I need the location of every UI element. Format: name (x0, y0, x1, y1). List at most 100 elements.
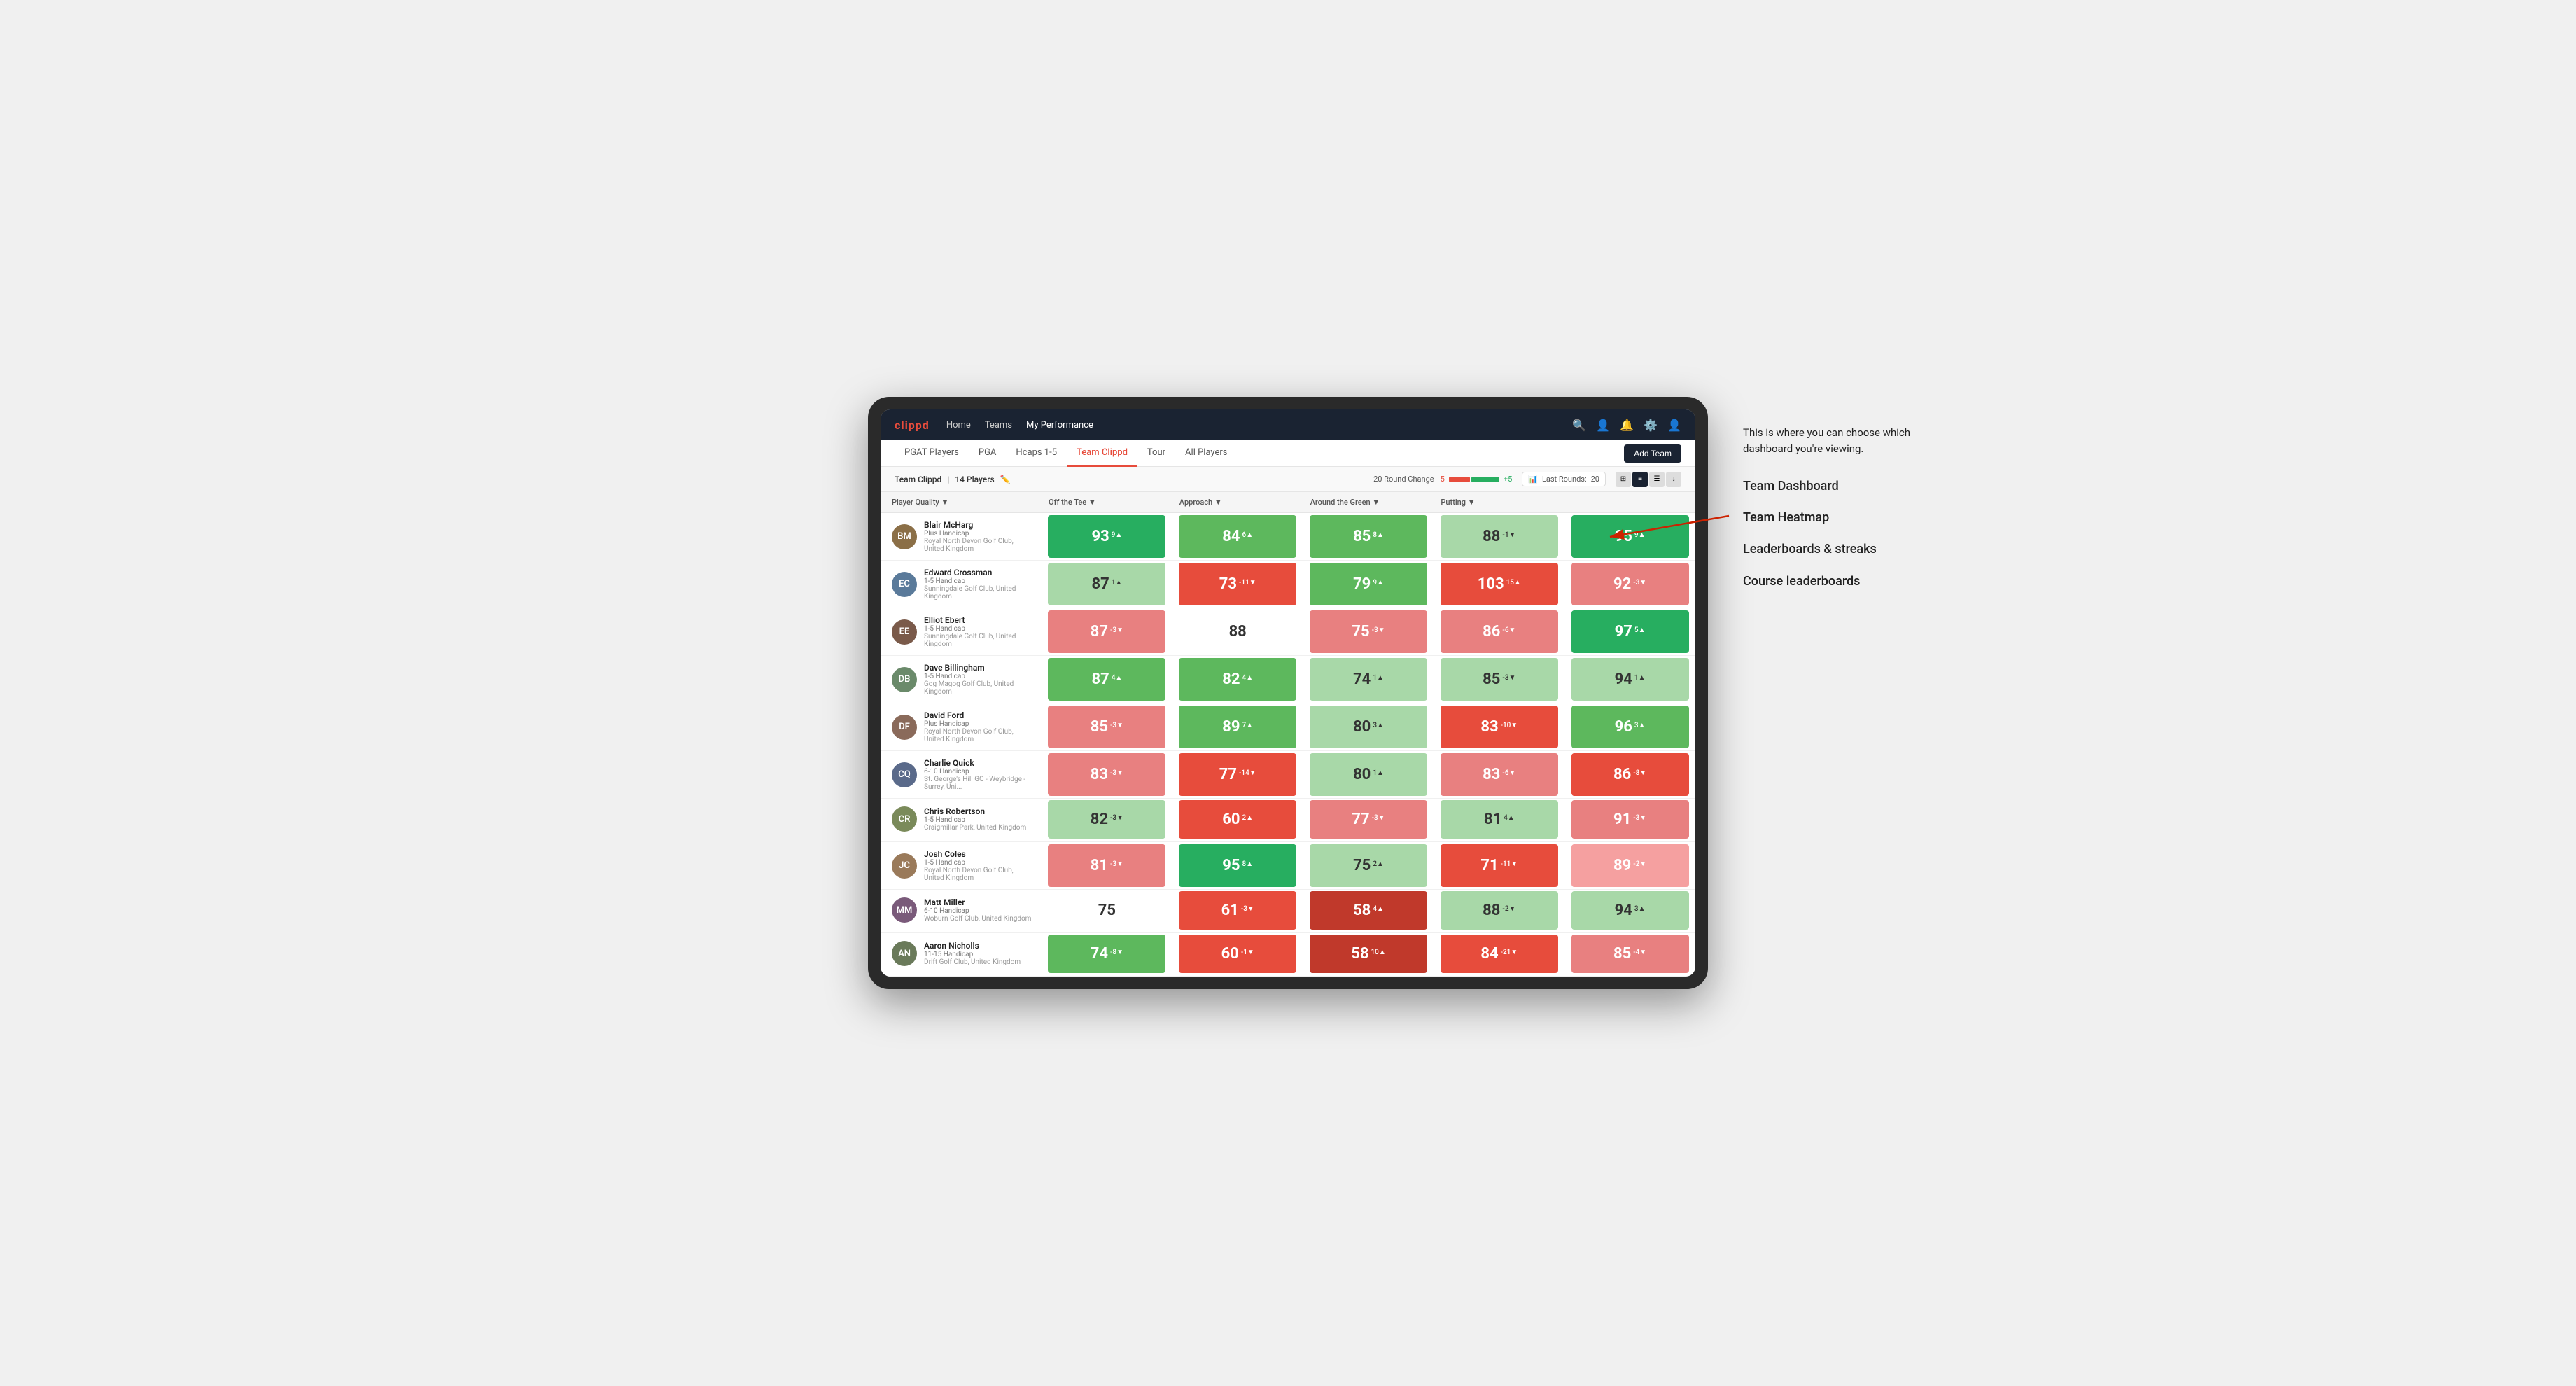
player-cell[interactable]: JCJosh Coles1-5 HandicapRoyal North Devo… (881, 842, 1042, 889)
last-rounds-value: 20 (1591, 475, 1600, 484)
score-delta: 9▲ (1112, 531, 1123, 541)
team-separator: | (947, 475, 949, 484)
subnav-hcaps[interactable]: Hcaps 1-5 (1006, 440, 1067, 467)
table-row: BMBlair McHargPlus HandicapRoyal North D… (881, 513, 1695, 561)
score-value: 60 (1222, 811, 1240, 828)
score-box: 75-3▼ (1310, 610, 1427, 652)
score-delta: -3▼ (1633, 579, 1646, 589)
player-name: Blair McHarg (924, 520, 1035, 530)
score-box: 81-3▼ (1048, 844, 1166, 886)
score-delta: 5▲ (1634, 626, 1646, 636)
score-box: 87-3▼ (1048, 610, 1166, 652)
score-delta: -1▼ (1241, 948, 1254, 958)
player-cell[interactable]: MMMatt Miller6-10 HandicapWoburn Golf Cl… (881, 890, 1042, 931)
player-club: Craigmillar Park, United Kingdom (924, 824, 1026, 832)
score-value: 97 (1615, 623, 1632, 640)
player-handicap: Plus Handicap (924, 720, 1035, 728)
score-box: 963▲ (1572, 706, 1689, 748)
avatar: EE (892, 620, 917, 645)
col-putting: Putting ▼ (1434, 492, 1564, 512)
download-icon[interactable]: ↓ (1666, 472, 1681, 487)
team-controls: 20 Round Change -5 +5 📊 Last Rounds: 20 (1373, 472, 1681, 487)
player-cell[interactable]: ECEdward Crossman1-5 HandicapSunningdale… (881, 561, 1042, 608)
score-value: 77 (1352, 811, 1369, 828)
score-box: 75 (1048, 891, 1166, 930)
player-club: Drift Golf Club, United Kingdom (924, 958, 1021, 966)
edit-icon[interactable]: ✏️ (1000, 475, 1011, 484)
score-value: 89 (1614, 857, 1631, 874)
subnav-pga[interactable]: PGA (969, 440, 1007, 467)
score-cell: 81-3▼ (1042, 842, 1172, 889)
score-cell: 85-3▼ (1434, 656, 1564, 703)
score-delta: 4▲ (1373, 905, 1384, 915)
player-cell[interactable]: DFDavid FordPlus HandicapRoyal North Dev… (881, 704, 1042, 750)
subnav-pgat[interactable]: PGAT Players (895, 440, 969, 467)
bar-green (1471, 477, 1499, 482)
player-cell[interactable]: ANAaron Nicholls11-15 HandicapDrift Golf… (881, 933, 1042, 974)
nav-link-myperformance[interactable]: My Performance (1026, 417, 1093, 433)
score-box: 584▲ (1310, 891, 1427, 930)
search-icon[interactable]: 🔍 (1572, 419, 1586, 432)
table-row: DFDavid FordPlus HandicapRoyal North Dev… (881, 704, 1695, 751)
player-name: Edward Crossman (924, 568, 1035, 578)
score-delta: -6▼ (1502, 626, 1516, 636)
add-team-button[interactable]: Add Team (1624, 444, 1681, 463)
player-handicap: 1-5 Handicap (924, 578, 1035, 585)
list-view-icon[interactable]: ☰ (1649, 472, 1665, 487)
score-cell: 61-3▼ (1172, 890, 1303, 931)
score-value: 87 (1091, 623, 1108, 640)
nav-link-teams[interactable]: Teams (985, 417, 1012, 433)
round-change-minus: -5 (1438, 475, 1445, 484)
score-cell: 77-14▼ (1172, 751, 1303, 798)
score-value: 81 (1484, 811, 1502, 828)
player-name: Aaron Nicholls (924, 941, 1021, 951)
col-offtee: Off the Tee ▼ (1042, 492, 1172, 512)
score-delta: -8▼ (1110, 948, 1124, 958)
score-cell: 87-3▼ (1042, 608, 1172, 655)
score-box: 939▲ (1048, 515, 1166, 557)
page-wrapper: clippd Home Teams My Performance 🔍 👤 🔔 ⚙… (868, 397, 1708, 989)
bell-icon[interactable]: 🔔 (1620, 419, 1634, 432)
player-cell[interactable]: CQCharlie Quick6-10 HandicapSt. George's… (881, 751, 1042, 798)
score-cell: 60-1▼ (1172, 933, 1303, 974)
score-box: 88-1▼ (1441, 515, 1558, 557)
avatar-icon[interactable]: 👤 (1667, 419, 1681, 432)
score-cell: 814▲ (1434, 799, 1564, 840)
person-icon[interactable]: 👤 (1596, 419, 1610, 432)
score-cell: 86-6▼ (1434, 608, 1564, 655)
score-value: 84 (1222, 528, 1240, 545)
score-delta: -21▼ (1501, 948, 1518, 958)
score-cell: 741▲ (1303, 656, 1434, 703)
score-delta: -3▼ (1241, 905, 1254, 915)
player-info: David FordPlus HandicapRoyal North Devon… (924, 710, 1035, 743)
score-value: 74 (1091, 945, 1108, 962)
table-view-icon[interactable]: ≡ (1632, 472, 1648, 487)
avatar: JC (892, 853, 917, 878)
score-box: 897▲ (1179, 706, 1296, 748)
sub-nav: PGAT Players PGA Hcaps 1-5 Team Clippd T… (881, 440, 1695, 467)
annotation-item: Team Heatmap (1743, 509, 1946, 526)
score-box: 871▲ (1048, 563, 1166, 605)
last-rounds[interactable]: 📊 Last Rounds: 20 (1522, 472, 1606, 486)
player-cell[interactable]: CRChris Robertson1-5 HandicapCraigmillar… (881, 799, 1042, 840)
avatar: BM (892, 524, 917, 550)
player-cell[interactable]: BMBlair McHargPlus HandicapRoyal North D… (881, 513, 1042, 560)
nav-link-home[interactable]: Home (946, 417, 971, 433)
player-cell[interactable]: DBDave Billingham1-5 HandicapGog Magog G… (881, 656, 1042, 703)
nav-links: Home Teams My Performance (946, 417, 1573, 433)
subnav-teamclippd[interactable]: Team Clippd (1067, 440, 1138, 467)
score-box: 91-3▼ (1572, 800, 1689, 839)
score-cell: 88-1▼ (1434, 513, 1564, 560)
player-cell[interactable]: EEElliot Ebert1-5 HandicapSunningdale Go… (881, 608, 1042, 655)
score-value: 58 (1351, 945, 1368, 962)
subnav-tour[interactable]: Tour (1138, 440, 1175, 467)
score-delta: -3▼ (1633, 814, 1646, 824)
score-cell: 874▲ (1042, 656, 1172, 703)
settings-icon[interactable]: ⚙️ (1644, 419, 1658, 432)
score-box: 874▲ (1048, 658, 1166, 700)
table-row: MMMatt Miller6-10 HandicapWoburn Golf Cl… (881, 890, 1695, 933)
subnav-allplayers[interactable]: All Players (1175, 440, 1237, 467)
score-delta: -11▼ (1239, 579, 1256, 589)
grid-view-icon[interactable]: ⊞ (1616, 472, 1631, 487)
annotation-item: Team Dashboard (1743, 477, 1946, 495)
